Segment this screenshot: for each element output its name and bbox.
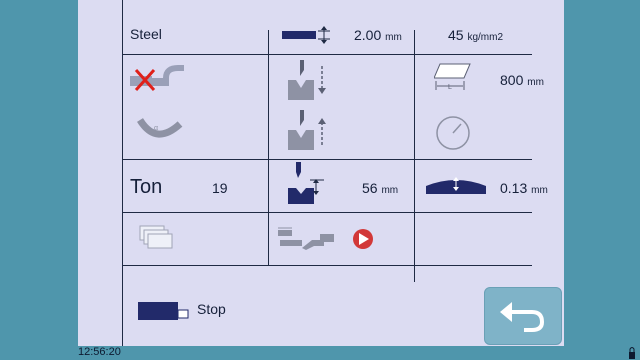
thickness-icon [282,26,330,44]
svg-text:L: L [448,84,452,91]
crowning-unit: mm [531,185,548,196]
strength-value-field[interactable]: 45 kg/mm2 [448,27,503,43]
force-value[interactable]: 19 [212,180,228,196]
divider [122,159,532,160]
die-opening-value: 56 [362,180,378,196]
crowning-value: 0.13 [500,180,528,196]
length-value: 800 [500,72,524,88]
divider [268,30,269,265]
divider [414,30,415,282]
left-sidebar [0,0,108,346]
divider [122,265,532,266]
back-arrow-icon [500,302,545,332]
thickness-value-field[interactable]: 2.00 mm [354,27,402,43]
crowning-field[interactable]: 0.13 mm [500,180,548,196]
bend-angle-icon[interactable]: α [136,116,186,146]
strength-value: 45 [448,27,464,43]
length-value-field[interactable]: 800 mm [500,72,544,88]
punch-up-icon[interactable] [286,110,330,152]
die-opening-unit: mm [381,185,399,196]
strength-unit: kg/mm2 [467,32,504,43]
divider [122,0,123,346]
stack-icon[interactable] [138,224,178,252]
punch-die-icon [288,162,324,204]
force-label: Ton [130,176,163,198]
thickness-value: 2.00 [354,27,382,43]
length-unit: mm [527,77,544,88]
divider [122,54,532,55]
clock: 12:56:20 [78,346,121,358]
crowning-icon [426,177,486,194]
die-opening-field[interactable]: 56 mm [362,180,398,196]
back-button[interactable] [484,287,562,345]
sheet-length-icon: L [434,63,471,91]
screen: Steel 2.00 mm 45 kg/mm2 L 800 mm α Ton 1… [0,0,640,360]
material-name[interactable]: Steel [130,26,162,42]
bend-disabled-icon[interactable] [126,64,192,94]
backgauge-icon [138,302,189,320]
tool-sequence-icon[interactable] [276,226,342,252]
thickness-unit: mm [385,32,402,43]
punch-down-icon[interactable] [286,60,330,102]
stop-label: Stop [197,301,226,317]
clock-dial-icon [436,116,470,150]
red-play-icon[interactable] [352,228,374,250]
divider [122,212,532,213]
lock-icon [629,347,635,359]
svg-text:α: α [154,125,158,132]
